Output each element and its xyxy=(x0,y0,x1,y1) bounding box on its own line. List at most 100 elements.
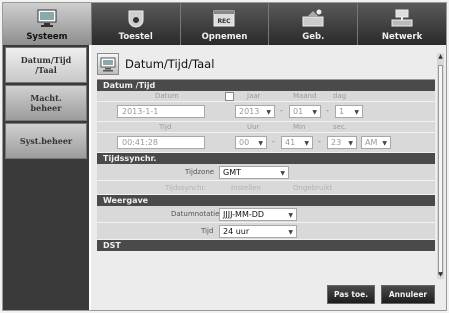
tab-label: Geb. xyxy=(302,32,325,42)
date-label-row: Datum Jaar Maand dag xyxy=(97,91,435,102)
time-label-row: Tijd Uur Min sec. xyxy=(97,122,435,133)
svg-text:REC: REC xyxy=(218,18,232,25)
minute-select[interactable]: 41 ▼ xyxy=(281,136,313,149)
second-label: sec. xyxy=(333,123,348,131)
month-select[interactable]: 01 ▼ xyxy=(289,105,321,118)
day-select[interactable]: 1 ▼ xyxy=(335,105,363,118)
dateformat-value: JJJJ-MM-DD xyxy=(223,210,265,219)
settings-list: Datum /Tijd Datum Jaar Maand dag 2013-1-… xyxy=(97,79,435,277)
month-label: Maand xyxy=(293,92,317,100)
timezone-value: GMT xyxy=(223,168,241,177)
chevron-down-icon: ▼ xyxy=(288,229,293,236)
panel-header: Datum/Tijd/Taal xyxy=(97,51,432,77)
timeformat-row: Tijd 24 uur ▼ xyxy=(97,223,435,240)
tab-geb[interactable]: Geb. xyxy=(269,3,359,45)
timesync-label: Tijdssynchr. xyxy=(165,184,207,192)
second-select[interactable]: 23 ▼ xyxy=(327,136,357,149)
hour-label: Uur xyxy=(247,123,260,131)
apply-button[interactable]: Pas toe. xyxy=(327,285,375,304)
dateformat-label: Datumnotatie xyxy=(171,210,220,218)
dvr-settings-window: Systeem Toestel REC Opnemen Geb. Netwerk… xyxy=(2,2,447,311)
time-label: Tijd xyxy=(159,123,172,131)
timezone-label: Tijdzone xyxy=(185,168,215,176)
chevron-down-icon: ▼ xyxy=(266,109,271,116)
timezone-select[interactable]: GMT ▼ xyxy=(219,166,289,179)
sidebar-label-line2: /Taal xyxy=(35,65,57,75)
tab-label: Netwerk xyxy=(381,32,423,42)
chevron-down-icon: ▼ xyxy=(258,140,263,147)
scroll-up-icon[interactable]: ▲ xyxy=(437,53,444,61)
chevron-down-icon: ▼ xyxy=(280,170,285,177)
year-select[interactable]: 2013 ▼ xyxy=(235,105,275,118)
month-value: 01 xyxy=(293,107,304,116)
timesync-row: Tijdssynchr. Instellen Ongebruikt xyxy=(97,181,435,195)
sidebar-label-line1: Datum/Tijd xyxy=(20,55,72,65)
tab-systeem[interactable]: Systeem xyxy=(3,3,92,45)
year-value: 2013 xyxy=(239,107,260,116)
monitor-icon xyxy=(35,8,59,28)
hour-value: 00 xyxy=(239,138,250,147)
timesync-status: Ongebruikt xyxy=(293,184,333,192)
hour-select[interactable]: 00 ▼ xyxy=(235,136,267,149)
sidebar-item-syst-beheer[interactable]: Syst.beheer xyxy=(5,123,87,159)
date-label: Datum xyxy=(155,92,179,100)
page-title: Datum/Tijd/Taal xyxy=(125,57,215,71)
timesync-setup-button[interactable]: Instellen xyxy=(231,184,261,192)
second-value: 23 xyxy=(331,138,342,147)
minute-value: 41 xyxy=(285,138,296,147)
year-label: Jaar xyxy=(247,92,261,100)
timeformat-value: 24 uur xyxy=(223,227,250,236)
timeformat-label: Tijd xyxy=(201,227,214,235)
event-icon xyxy=(301,8,325,28)
dateformat-select[interactable]: JJJJ-MM-DD ▼ xyxy=(219,208,297,221)
tab-label: Systeem xyxy=(26,32,68,42)
camera-icon xyxy=(124,8,148,28)
section-weergave: Weergave xyxy=(97,195,435,206)
chevron-down-icon: ▼ xyxy=(312,109,317,116)
sidebar-item-macht-beheer[interactable]: Macht. beheer xyxy=(5,85,87,121)
dateformat-row: Datumnotatie JJJJ-MM-DD ▼ xyxy=(97,206,435,223)
date-checkbox[interactable] xyxy=(225,92,234,101)
network-icon xyxy=(390,8,414,28)
section-dst: DST xyxy=(97,240,435,251)
date-value-row: 2013-1-1 2013 ▼ - 01 ▼ - 1 ▼ xyxy=(97,102,435,122)
settings-panel: Datum/Tijd/Taal Datum /Tijd Datum Jaar M… xyxy=(91,45,446,310)
chevron-down-icon: ▼ xyxy=(354,109,359,116)
tab-label: Opnemen xyxy=(201,32,248,42)
time-field[interactable]: 00:41:28 xyxy=(117,136,205,149)
chevron-down-icon: ▼ xyxy=(382,140,387,147)
chevron-down-icon: ▼ xyxy=(304,140,309,147)
date-field[interactable]: 2013-1-1 xyxy=(117,105,205,118)
side-menu: Datum/Tijd /Taal Macht. beheer Syst.behe… xyxy=(3,45,89,310)
day-value: 1 xyxy=(339,107,345,116)
minute-label: Min xyxy=(293,123,306,131)
tab-label: Toestel xyxy=(118,32,153,42)
tab-netwerk[interactable]: Netwerk xyxy=(358,3,446,45)
tab-opnemen[interactable]: REC Opnemen xyxy=(181,3,270,45)
time-separator: - xyxy=(272,137,275,146)
timeformat-select[interactable]: 24 uur ▼ xyxy=(219,225,297,238)
scroll-down-icon[interactable]: ▼ xyxy=(437,271,444,279)
section-tijdssynchr: Tijdssynchr. xyxy=(97,153,435,164)
cancel-button[interactable]: Annuleer xyxy=(381,285,435,304)
monitor-icon xyxy=(97,53,119,75)
sidebar-item-datum-tijd-taal[interactable]: Datum/Tijd /Taal xyxy=(5,47,87,83)
sidebar-label-line2: beheer xyxy=(30,103,62,113)
date-separator: - xyxy=(326,106,329,115)
scrollbar-thumb[interactable] xyxy=(438,65,443,275)
sidebar-item-label: Datum/Tijd /Taal xyxy=(21,55,72,75)
scrollbar[interactable]: ▲ ▼ xyxy=(437,53,444,279)
tab-toestel[interactable]: Toestel xyxy=(92,3,181,45)
chevron-down-icon: ▼ xyxy=(288,212,293,219)
day-label: dag xyxy=(333,92,347,100)
sidebar-item-label: Macht. beheer xyxy=(30,93,61,113)
top-tab-bar: Systeem Toestel REC Opnemen Geb. Netwerk xyxy=(3,3,446,45)
time-separator: - xyxy=(318,137,321,146)
timezone-row: Tijdzone GMT ▼ xyxy=(97,164,435,181)
sidebar-label-line1: Macht. xyxy=(30,93,62,103)
sidebar-label-line1: Syst.beheer xyxy=(19,136,73,146)
chevron-down-icon: ▼ xyxy=(348,140,353,147)
section-datum-tijd: Datum /Tijd xyxy=(97,80,435,91)
time-value-row: 00:41:28 00 ▼ - 41 ▼ - 23 ▼ AM ▼ xyxy=(97,133,435,153)
ampm-select[interactable]: AM ▼ xyxy=(361,136,391,149)
